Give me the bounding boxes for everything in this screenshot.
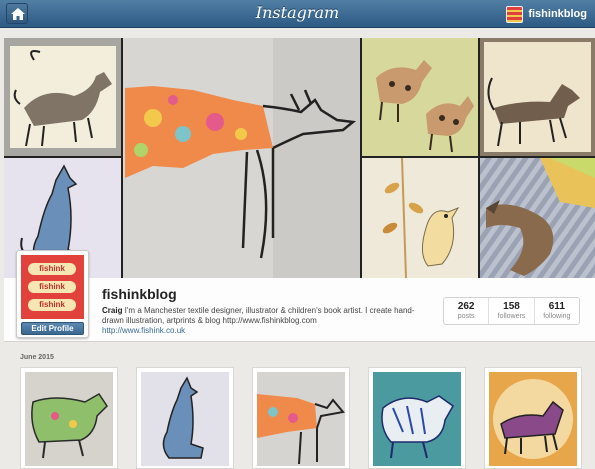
cover-photo-7[interactable] xyxy=(480,158,595,278)
top-navigation-bar: Instagram fishinkblog xyxy=(0,0,595,28)
cover-photo-1[interactable] xyxy=(4,38,121,156)
photo-thumbnail-2[interactable] xyxy=(136,367,234,469)
avatar-label-2: fishink xyxy=(28,281,76,293)
cover-photo-5[interactable] xyxy=(480,38,595,156)
profile-stats: 262 posts 158 followers 611 following xyxy=(443,297,580,325)
stat-following-value: 611 xyxy=(548,301,565,312)
bio-text: I'm a Manchester textile designer, illus… xyxy=(102,306,415,325)
user-avatar[interactable] xyxy=(506,5,524,23)
stat-posts-label: posts xyxy=(457,313,475,320)
profile-website-link[interactable]: http://www.fishink.co.uk xyxy=(102,326,432,336)
cover-photo-6[interactable] xyxy=(362,158,478,278)
stat-following[interactable]: 611 following xyxy=(535,298,579,324)
cover-photo-3[interactable] xyxy=(123,38,360,278)
profile-bio: Craig I'm a Manchester textile designer,… xyxy=(102,306,432,336)
stat-following-label: following xyxy=(543,313,571,320)
profile-cover-grid xyxy=(4,38,595,278)
bio-name: Craig xyxy=(102,306,123,315)
photo-thumbnail-4[interactable] xyxy=(368,367,466,469)
stat-followers[interactable]: 158 followers xyxy=(489,298,535,324)
avatar-label-1: fishink xyxy=(28,263,76,275)
stat-posts-value: 262 xyxy=(457,301,475,312)
month-heading: June 2015 xyxy=(20,354,54,361)
profile-username: fishinkblog xyxy=(102,286,177,302)
user-menu-label[interactable]: fishinkblog xyxy=(528,8,587,20)
stat-followers-label: followers xyxy=(497,313,526,320)
cover-photo-4[interactable] xyxy=(362,38,478,156)
photo-thumbnail-5[interactable] xyxy=(484,367,582,469)
photo-thumbnail-3[interactable] xyxy=(252,367,350,469)
profile-avatar[interactable]: fishink fishink fishink xyxy=(21,255,84,319)
profile-avatar-card: fishink fishink fishink Edit Profile xyxy=(16,250,89,338)
edit-profile-button[interactable]: Edit Profile xyxy=(21,322,84,335)
avatar-label-3: fishink xyxy=(28,299,76,311)
photo-thumbnail-1[interactable] xyxy=(20,367,118,469)
user-menu[interactable]: fishinkblog xyxy=(506,4,587,24)
stat-followers-value: 158 xyxy=(503,301,520,312)
stat-posts[interactable]: 262 posts xyxy=(444,298,490,324)
